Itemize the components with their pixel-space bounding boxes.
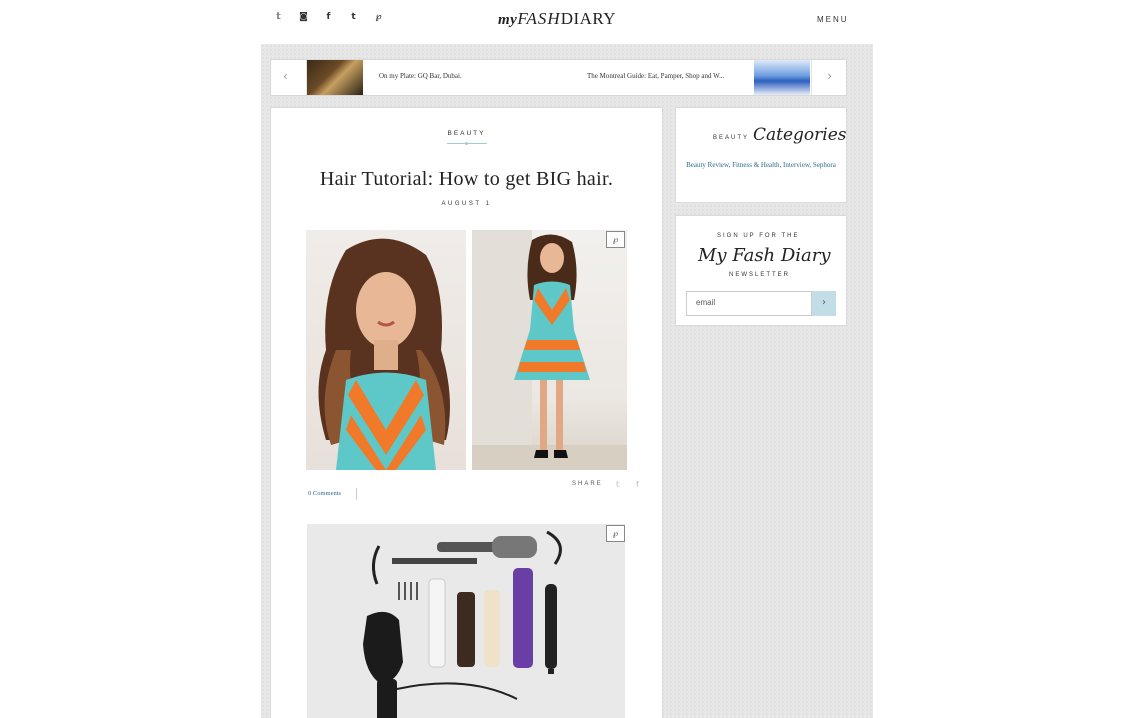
post-category[interactable]: BEAUTY (271, 130, 662, 137)
category-divider-dot (465, 142, 468, 145)
newsletter-top-label: SIGN UP FOR THE (717, 233, 800, 239)
share-twitter-icon[interactable]: 𝕥 (616, 480, 620, 489)
hair-tools-illustration (363, 530, 562, 718)
categories-widget: BEAUTY Categories Beauty Review, Fitness… (675, 107, 847, 203)
pinterest-icon[interactable]: ℘ (366, 12, 391, 22)
post-image-hair-tools[interactable] (307, 524, 625, 718)
portrait-illustration (318, 238, 450, 470)
twitter-icon[interactable]: 𝕥 (266, 12, 291, 22)
share-label: SHARE (572, 481, 603, 487)
site-logo[interactable]: myFASHDIARY (498, 9, 616, 29)
categories-label: BEAUTY (713, 135, 750, 141)
tumblr-icon[interactable]: t (341, 12, 366, 22)
pinterest-pin-icon[interactable]: ℘ (606, 231, 625, 248)
share-facebook-icon[interactable]: f (636, 480, 639, 489)
category-links[interactable]: Beauty Review, Fitness & Health, Intervi… (676, 159, 846, 171)
instagram-icon[interactable]: ◙ (291, 12, 316, 22)
post-date: AUGUST 1 (441, 201, 492, 207)
slide-thumbnail-gq-bar[interactable] (307, 60, 363, 95)
slide-thumbnail-montreal[interactable] (754, 60, 810, 95)
newsletter-widget: SIGN UP FOR THE My Fash Diary NEWSLETTER… (675, 215, 847, 326)
chevron-right-icon[interactable]: › (827, 69, 832, 83)
logo-my: my (498, 12, 518, 28)
pinterest-pin-icon[interactable]: ℘ (606, 525, 625, 542)
newsletter-bottom-label: NEWSLETTER (729, 272, 791, 278)
facebook-icon[interactable]: f (316, 12, 341, 22)
chevron-left-icon[interactable]: ‹ (283, 69, 288, 83)
newsletter-script-title: My Fash Diary (698, 245, 831, 266)
menu-button[interactable]: MENU (817, 15, 849, 24)
social-links: 𝕥 ◙ f t ℘ (266, 12, 391, 22)
comments-link[interactable]: 0 Comments (308, 490, 341, 497)
post-image-full-body[interactable] (472, 230, 627, 470)
slide-title-right[interactable]: The Montreal Guide: Eat, Pamper, Shop an… (587, 72, 724, 80)
post-title[interactable]: Hair Tutorial: How to get BIG hair. (271, 168, 662, 191)
slide-title-left[interactable]: On my Plate: GQ Bar, Dubai. (379, 72, 462, 80)
subscribe-button[interactable]: › (812, 291, 836, 316)
full-body-illustration (472, 230, 627, 470)
post-card: BEAUTY Hair Tutorial: How to get BIG hai… (270, 107, 663, 718)
comments-divider (356, 488, 357, 500)
logo-fash: FASH (517, 9, 561, 28)
site-header: 𝕥 ◙ f t ℘ myFASHDIARY MENU (0, 0, 1134, 44)
post-image-portrait[interactable] (306, 230, 466, 470)
post-slider: ‹ On my Plate: GQ Bar, Dubai. The Montre… (270, 59, 847, 96)
email-field[interactable]: email (686, 291, 812, 316)
logo-diary: DIARY (560, 9, 617, 28)
categories-script-title: Categories (753, 125, 847, 145)
slider-divider (811, 60, 812, 95)
